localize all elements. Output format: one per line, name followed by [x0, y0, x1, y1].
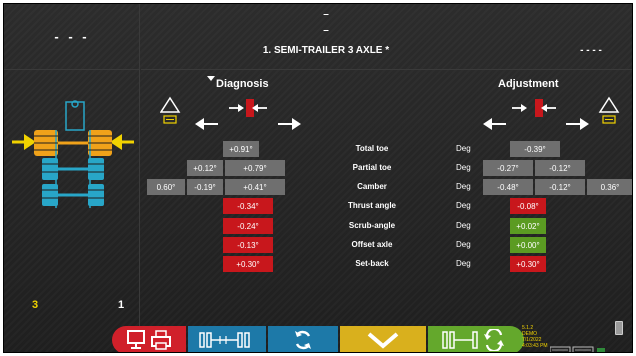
row-label-camber: Camber — [357, 182, 387, 191]
time-text: 4:03:43 PM — [522, 343, 548, 349]
left-header-dashes: - - - — [4, 4, 140, 70]
bottom-toolbar — [112, 326, 524, 352]
unit-label: Deg — [456, 259, 471, 268]
diagnosis-marker-icon — [207, 76, 215, 81]
axle-number: 3 — [32, 299, 39, 311]
refresh-icon — [295, 330, 311, 350]
adjustment-set-back-value: +0.30° — [510, 256, 546, 272]
adjustment-partial-toe-right: -0.12° — [535, 160, 585, 176]
diagnosis-thrust-angle-value: -0.34° — [223, 198, 273, 214]
adjustment-camber-left: -0.48° — [483, 179, 533, 195]
battery-icon — [615, 321, 623, 335]
system-info: 5.1.2 DEMO 7/1/2022 4:03:43 PM — [522, 325, 548, 349]
adjustment-partial-toe-left: -0.27° — [483, 160, 533, 176]
screen: - - - 3 1 – – 1. SEMI-TRAILER 3 AXLE * -… — [0, 0, 636, 356]
header-right-dashes: - - - - — [580, 45, 602, 56]
axle-diagram-icon — [12, 100, 134, 208]
unit-label: Deg — [456, 182, 471, 191]
diagnosis-offset-axle-value: -0.13° — [223, 237, 273, 253]
adjustment-camber-right: -0.12° — [535, 179, 585, 195]
adjustment-thrust-angle-value: -0.08° — [510, 198, 546, 214]
diagnosis-total-toe-value: +0.91° — [223, 141, 259, 157]
diagnosis-title: Diagnosis — [216, 78, 269, 90]
page-number: 1 — [118, 299, 125, 311]
alignment-window: - - - 3 1 – – 1. SEMI-TRAILER 3 AXLE * -… — [3, 3, 633, 353]
row-label-thrust-angle: Thrust angle — [347, 201, 396, 210]
left-panel: - - - 3 1 — [4, 4, 140, 352]
diagnosis-set-back-value: +0.30° — [223, 256, 273, 272]
diagnosis-partial-toe-right: +0.79° — [225, 160, 285, 176]
chevron-down-icon — [367, 332, 399, 349]
vehicle-title: 1. SEMI-TRAILER 3 AXLE * — [262, 45, 390, 56]
diagnosis-toe-indicator-icon — [160, 96, 301, 130]
printer-icon — [151, 330, 171, 350]
unit-label: Deg — [456, 163, 471, 172]
network-icon — [597, 348, 605, 352]
unit-label: Deg — [456, 221, 471, 230]
axle-adjust-icon — [199, 332, 250, 348]
diagnosis-camber-far-left: 0.60° — [147, 179, 185, 195]
next-axle-button[interactable] — [428, 326, 524, 352]
adjustment-title: Adjustment — [498, 78, 559, 90]
screen-print-icons — [127, 330, 171, 350]
adjustment-total-toe-value: -0.39° — [510, 141, 560, 157]
row-label-set-back: Set-back — [355, 259, 389, 268]
screen-print-button-group — [112, 326, 186, 352]
adjustment-scrub-angle-value: +0.02° — [510, 218, 546, 234]
confirm-button[interactable] — [340, 326, 426, 352]
unit-label: Deg — [456, 144, 471, 153]
row-label-offset-axle: Offset axle — [351, 240, 393, 249]
adjustment-toe-indicator-icon — [483, 96, 620, 130]
monitor-icon — [127, 330, 145, 349]
row-label-scrub-angle: Scrub-angle — [348, 221, 396, 230]
header: – – 1. SEMI-TRAILER 3 AXLE * - - - - — [141, 4, 632, 70]
unit-label: Deg — [456, 201, 471, 210]
unit-label: Deg — [456, 240, 471, 249]
diagnosis-partial-toe-left: +0.12° — [187, 160, 223, 176]
header-dash: – — [323, 9, 329, 20]
axle-cycle-icon — [442, 329, 504, 351]
keyboard-icon — [550, 346, 571, 352]
row-label-partial-toe: Partial toe — [352, 163, 392, 172]
refresh-button[interactable] — [268, 326, 338, 352]
diagnosis-camber-left: -0.19° — [187, 179, 223, 195]
adjustment-camber-far-right: 0.36° — [587, 179, 632, 195]
axle-adjust-button[interactable] — [188, 326, 266, 352]
header-dash: – — [323, 25, 329, 36]
diagnosis-scrub-angle-value: -0.24° — [223, 218, 273, 234]
row-label-total-toe: Total toe — [355, 144, 389, 153]
diagnosis-camber-right: +0.41° — [225, 179, 285, 195]
adjustment-offset-axle-value: +0.00° — [510, 237, 546, 253]
keyboard-alt-icon — [572, 346, 594, 352]
status-icons — [550, 346, 605, 352]
